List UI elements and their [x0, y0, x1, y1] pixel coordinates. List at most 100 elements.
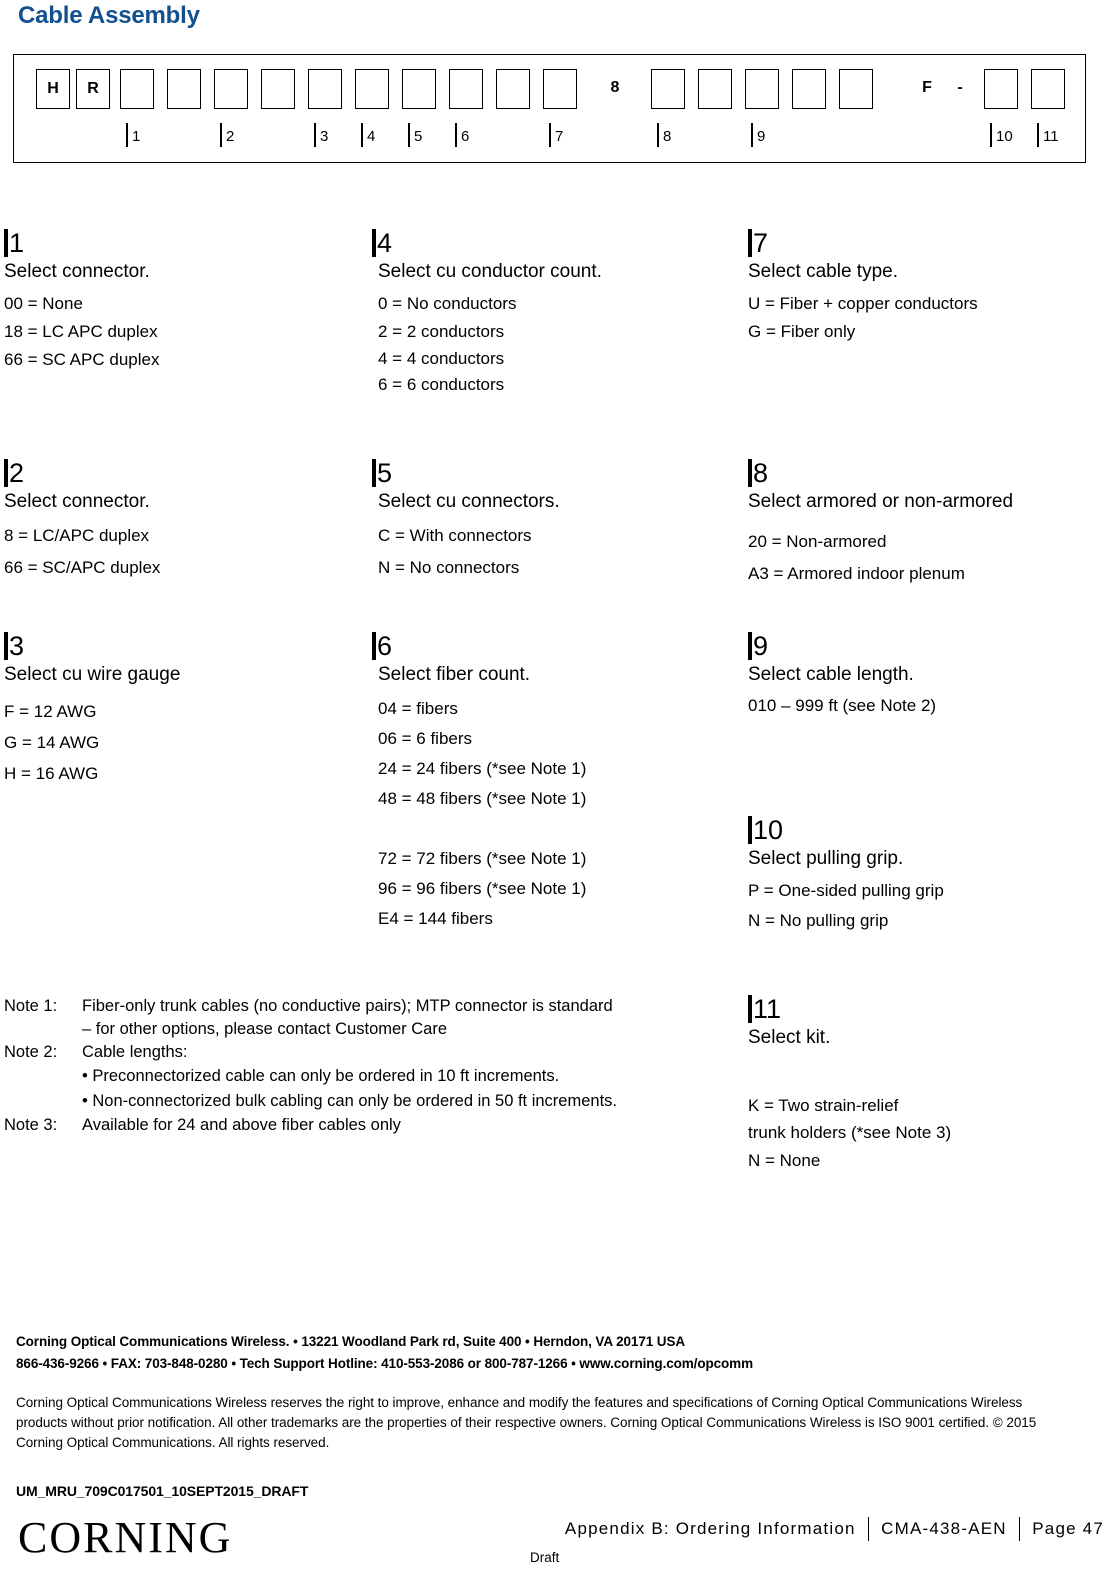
- pn-cell-value: R: [87, 80, 99, 97]
- section-bar-icon: [372, 229, 376, 257]
- section-option: 00 = None: [4, 294, 83, 313]
- note-text: Available for 24 and above fiber cables …: [82, 1116, 401, 1134]
- pn-tick-text: 1: [132, 128, 141, 145]
- part-number-cells: H R 8 F -: [14, 69, 1085, 115]
- pn-literal: F: [910, 69, 944, 109]
- pn-tick-bar-icon: [657, 123, 659, 147]
- pn-cell-empty: [449, 69, 483, 109]
- pn-cell-empty: [543, 69, 577, 109]
- pn-cell-empty: [214, 69, 248, 109]
- section-block-5: 5 Select cu connectors. C = With connect…: [372, 458, 744, 584]
- section-block-3: 3 Select cu wire gauge F = 12 AWG G = 14…: [4, 631, 370, 789]
- section-heading: Select cable type.: [748, 261, 898, 282]
- pn-cell-value: 8: [610, 79, 620, 96]
- section-option: 48 = 48 fibers (*see Note 1): [378, 789, 587, 808]
- section-option: 010 – 999 ft (see Note 2): [748, 696, 937, 715]
- section-bar-icon: [4, 459, 8, 487]
- pn-cell-value: F: [922, 79, 932, 96]
- part-number-ticks: 1 2 3 4 5 6 7 8 9 10 11: [14, 123, 1085, 155]
- section-option: 20 = Non-armored: [748, 532, 887, 551]
- section-number: 7: [748, 228, 1112, 258]
- section-heading: Select connector.: [4, 491, 150, 512]
- section-option: G = 14 AWG: [4, 733, 100, 752]
- footer-address: Corning Optical Communications Wireless.…: [16, 1331, 1096, 1375]
- pn-cell-empty: [1031, 69, 1065, 109]
- section-option: U = Fiber + copper conductors: [748, 294, 978, 313]
- footer-page-number: Page 47: [1032, 1519, 1104, 1538]
- note-text: Cable lengths:: [82, 1043, 188, 1061]
- section-heading: Select cable length.: [748, 664, 914, 685]
- section-option: N = No connectors: [378, 558, 520, 577]
- pn-tick-text: 5: [414, 128, 423, 145]
- pn-tick-text: 10: [996, 128, 1013, 145]
- footer-page-info: Appendix B: Ordering Information CMA-438…: [565, 1517, 1104, 1541]
- pn-cell-filled: H: [36, 69, 70, 109]
- section-number: 5: [372, 458, 744, 488]
- section-option: 4 = 4 conductors: [378, 349, 505, 368]
- footer-address-line-1: Corning Optical Communications Wireless.…: [16, 1334, 686, 1349]
- section-option: trunk holders (*see Note 3): [748, 1123, 952, 1142]
- pn-tick-bar-icon: [990, 123, 992, 147]
- pn-cell-empty: [745, 69, 779, 109]
- section-heading: Select armored or non-armored: [748, 491, 1014, 512]
- pn-tick-bar-icon: [1037, 123, 1039, 147]
- pn-cell-empty: [120, 69, 154, 109]
- note-bullet: • Preconnectorized cable can only be ord…: [82, 1067, 560, 1085]
- section-option: 66 = SC APC duplex: [4, 350, 160, 369]
- section-option: 06 = 6 fibers: [378, 729, 473, 748]
- pn-tick-label: 4: [361, 123, 375, 149]
- section-option: H = 16 AWG: [4, 764, 99, 783]
- pn-tick-text: 3: [320, 128, 329, 145]
- pn-tick-bar-icon: [361, 123, 363, 147]
- section-block-10: 10 Select pulling grip. P = One-sided pu…: [748, 815, 1112, 936]
- footer-appendix-label: Appendix B: Ordering Information: [564, 1519, 856, 1538]
- pn-tick-bar-icon: [455, 123, 457, 147]
- pn-cell-empty: [984, 69, 1018, 109]
- section-bar-icon: [4, 229, 8, 257]
- section-bar-icon: [372, 459, 376, 487]
- pn-cell-filled: R: [76, 69, 110, 109]
- corning-logo: CORNING: [18, 1513, 233, 1562]
- note-text: Fiber-only trunk cables (no conductive p…: [82, 997, 613, 1015]
- note-row-1: Note 1: Fiber-only trunk cables (no cond…: [4, 995, 750, 1018]
- section-number: 4: [372, 228, 744, 258]
- section-number: 9: [748, 631, 1112, 661]
- section-bar-icon: [4, 632, 8, 660]
- pn-cell-empty: [355, 69, 389, 109]
- draft-watermark: Draft: [530, 1550, 560, 1565]
- section-heading: Select connector.: [4, 261, 150, 282]
- section-bar-icon: [748, 632, 752, 660]
- section-option-spacer: [372, 814, 744, 844]
- section-option: E4 = 144 fibers: [378, 909, 493, 928]
- footer-document-id: UM_MRU_709C017501_10SEPT2015_DRAFT: [16, 1483, 309, 1499]
- pn-cell-empty: [698, 69, 732, 109]
- section-block-11: 11 Select kit. K = Two strain-relief tru…: [748, 994, 1112, 1175]
- pn-tick-label: 6: [455, 123, 469, 149]
- section-option: 04 = fibers: [378, 699, 458, 718]
- section-heading: Select cu connectors.: [378, 491, 560, 512]
- section-option: G = Fiber only: [748, 322, 856, 341]
- pn-cell-value: H: [47, 80, 59, 97]
- note-label: Note 2:: [4, 1043, 58, 1061]
- footer-separator-icon: [867, 1517, 870, 1541]
- section-number: 3: [4, 631, 370, 661]
- section-number: 1: [4, 228, 370, 258]
- section-block-6: 6 Select fiber count. 04 = fibers 06 = 6…: [372, 631, 744, 934]
- section-number: 11: [748, 994, 1112, 1024]
- note-label: Note 3:: [4, 1116, 58, 1134]
- section-option: N = No pulling grip: [748, 911, 889, 930]
- section-block-7: 7 Select cable type. U = Fiber + copper …: [748, 228, 1112, 346]
- section-number: 2: [4, 458, 370, 488]
- note-row-3: Note 3: Available for 24 and above fiber…: [4, 1114, 750, 1137]
- section-block-9: 9 Select cable length. 010 – 999 ft (see…: [748, 631, 1112, 720]
- page-title: Cable Assembly: [18, 2, 200, 29]
- pn-tick-text: 4: [367, 128, 376, 145]
- pn-tick-label: 1: [126, 123, 140, 149]
- footer-separator-icon: [1018, 1517, 1021, 1541]
- note-row-2: Note 2: Cable lengths:: [4, 1041, 750, 1064]
- pn-literal: 8: [598, 69, 632, 109]
- footer-legal-text: Corning Optical Communications Wireless …: [16, 1395, 1037, 1450]
- section-heading: Select kit.: [748, 1027, 831, 1048]
- section-number: 10: [748, 815, 1112, 845]
- pn-tick-bar-icon: [549, 123, 551, 147]
